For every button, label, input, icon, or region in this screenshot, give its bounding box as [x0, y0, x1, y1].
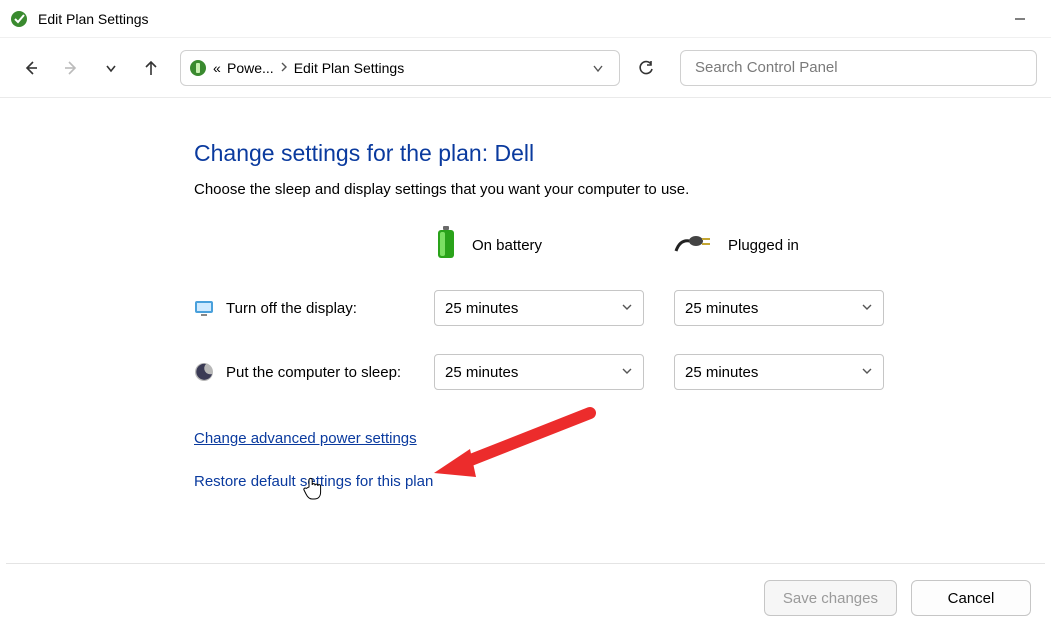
- value-sleep-plugged: 25 minutes: [685, 364, 758, 381]
- app-icon: [10, 10, 28, 28]
- battery-icon: [434, 226, 458, 264]
- monitor-icon: [194, 298, 214, 318]
- link-advanced-settings[interactable]: Change advanced power settings: [194, 430, 417, 447]
- minimize-button[interactable]: [997, 4, 1043, 34]
- up-button[interactable]: [134, 51, 168, 85]
- address-dropdown[interactable]: [583, 61, 613, 75]
- back-button[interactable]: [14, 51, 48, 85]
- breadcrumb-item-power[interactable]: Powe...: [227, 60, 274, 76]
- titlebar: Edit Plan Settings: [0, 0, 1051, 38]
- page-heading: Change settings for the plan: Dell: [194, 140, 954, 167]
- col-label-battery: On battery: [472, 237, 542, 254]
- select-sleep-battery[interactable]: 25 minutes: [434, 354, 644, 390]
- link-restore-defaults[interactable]: Restore default settings for this plan: [194, 473, 433, 490]
- chevron-right-icon: [274, 61, 294, 75]
- value-display-battery: 25 minutes: [445, 300, 518, 317]
- address-bar[interactable]: « Powe... Edit Plan Settings: [180, 50, 620, 86]
- search-box[interactable]: [680, 50, 1037, 86]
- refresh-button[interactable]: [628, 50, 664, 86]
- select-display-plugged[interactable]: 25 minutes: [674, 290, 884, 326]
- select-display-battery[interactable]: 25 minutes: [434, 290, 644, 326]
- row-display: Turn off the display: 25 minutes 25 minu…: [194, 290, 954, 326]
- search-input[interactable]: [693, 58, 1024, 77]
- label-sleep: Put the computer to sleep:: [226, 364, 401, 381]
- window-title: Edit Plan Settings: [38, 11, 149, 27]
- breadcrumb-prefix: «: [213, 60, 227, 76]
- footer-buttons: Save changes Cancel: [764, 580, 1031, 616]
- value-display-plugged: 25 minutes: [685, 300, 758, 317]
- cancel-button[interactable]: Cancel: [911, 580, 1031, 616]
- col-header-plugged: Plugged in: [674, 226, 914, 264]
- row-sleep: Put the computer to sleep: 25 minutes 25…: [194, 354, 954, 390]
- chevron-down-icon: [621, 300, 633, 317]
- recent-dropdown[interactable]: [94, 51, 128, 85]
- forward-button[interactable]: [54, 51, 88, 85]
- main-content: Change settings for the plan: Dell Choos…: [194, 140, 954, 490]
- footer-divider: [6, 563, 1045, 564]
- label-display: Turn off the display:: [226, 300, 357, 317]
- chevron-down-icon: [861, 300, 873, 317]
- select-sleep-plugged[interactable]: 25 minutes: [674, 354, 884, 390]
- plug-icon: [674, 231, 714, 259]
- col-label-plugged: Plugged in: [728, 237, 799, 254]
- moon-icon: [194, 362, 214, 382]
- control-panel-icon: [189, 59, 207, 77]
- row-label-display: Turn off the display:: [194, 298, 434, 318]
- chevron-down-icon: [861, 364, 873, 381]
- navbar: « Powe... Edit Plan Settings: [0, 38, 1051, 98]
- value-sleep-battery: 25 minutes: [445, 364, 518, 381]
- row-label-sleep: Put the computer to sleep:: [194, 362, 434, 382]
- column-headers: On battery Plugged in: [434, 226, 954, 264]
- col-header-battery: On battery: [434, 226, 674, 264]
- page-subtext: Choose the sleep and display settings th…: [194, 181, 954, 198]
- save-button[interactable]: Save changes: [764, 580, 897, 616]
- breadcrumb-item-edit-plan[interactable]: Edit Plan Settings: [294, 60, 405, 76]
- chevron-down-icon: [621, 364, 633, 381]
